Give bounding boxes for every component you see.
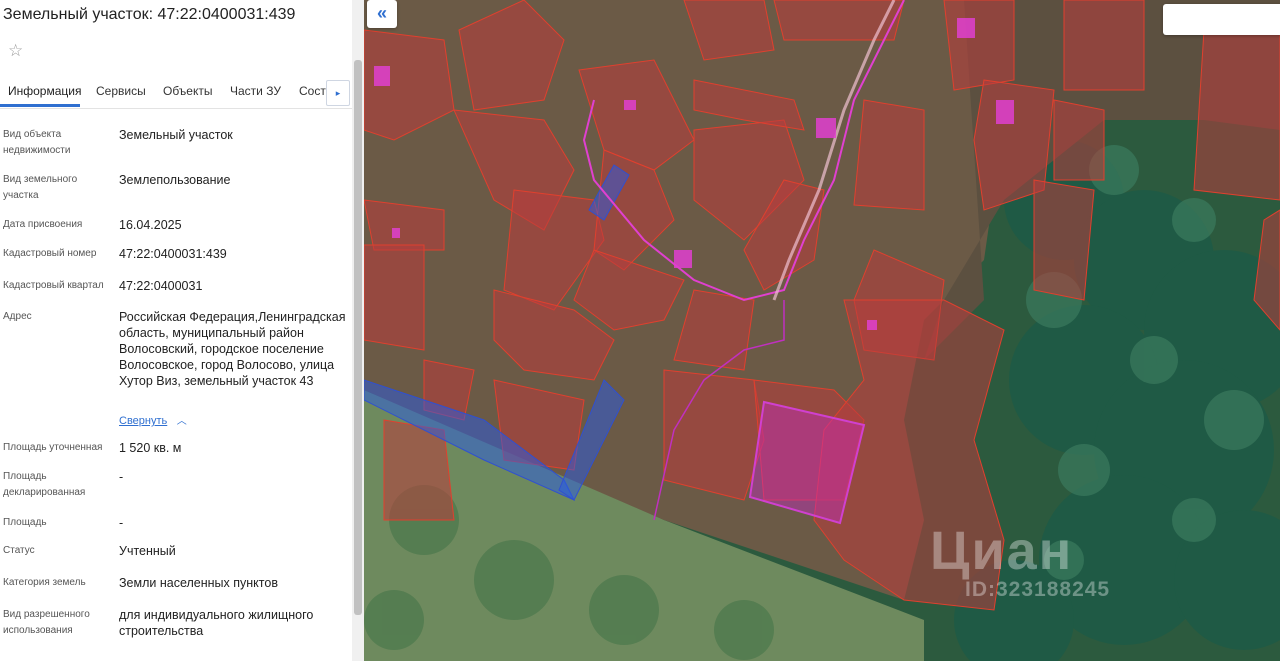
tab-parts[interactable]: Части ЗУ [230, 84, 281, 98]
field-value: Землепользование [119, 173, 231, 187]
tabs-next-button[interactable]: ▸ [326, 80, 350, 106]
field-value: - [119, 470, 124, 484]
page-title: Земельный участок: 47:22:0400031:439 [3, 6, 296, 23]
chevron-up-icon: ︿ [176, 416, 187, 427]
field-value: Земли населенных пунктов [119, 576, 278, 590]
collapse-panel-button[interactable]: « [367, 0, 397, 28]
tab-information[interactable]: Информация [8, 84, 81, 98]
double-chevron-left-icon: « [376, 3, 387, 23]
tab-bar: Информация Сервисы Объекты Части ЗУ Сост… [0, 78, 352, 109]
chevron-right-icon: ▸ [335, 88, 341, 98]
panel-scroll-thumb[interactable] [354, 60, 362, 615]
field-value: для индивидуального жилищного строительс… [119, 608, 314, 638]
tab-services[interactable]: Сервисы [96, 84, 146, 98]
field-label: Площадь [3, 517, 47, 528]
map-canvas[interactable] [364, 0, 1280, 661]
field-label: Кадастровый квартал [3, 280, 104, 291]
map-search-input[interactable] [1163, 4, 1280, 35]
active-tab-indicator [0, 104, 80, 107]
field-value: 47:22:0400031:439 [119, 247, 227, 261]
collapse-link[interactable]: Свернуть [119, 415, 167, 427]
watermark-id: ID:323188245 [965, 578, 1111, 601]
field-value: 1 520 кв. м [119, 441, 182, 455]
field-value: - [119, 516, 124, 530]
field-label: Площадь уточненная [3, 442, 103, 453]
field-label: Дата присвоения [3, 219, 83, 230]
satellite-map[interactable]: Циан ID:323188245 [364, 0, 1280, 661]
field-label: Площадь декларированная [3, 471, 86, 498]
tab-objects[interactable]: Объекты [163, 84, 213, 98]
collapse-link-wrap: Свернуть ︿ [119, 412, 344, 430]
favorite-star-icon[interactable]: ☆ [8, 40, 28, 62]
field-value: 16.04.2025 [119, 218, 182, 232]
field-value: Учтенный [119, 544, 176, 558]
info-panel: Земельный участок: 47:22:0400031:439 ☆ И… [0, 0, 352, 661]
field-value: Земельный участок [119, 128, 233, 142]
field-value: 47:22:0400031 [119, 279, 203, 293]
field-label: Вид разрешенного использования [3, 609, 90, 636]
field-label: Статус [3, 545, 35, 556]
field-value: Российская Федерация,Ленинградская облас… [119, 310, 346, 388]
field-label: Кадастровый номер [3, 248, 97, 259]
field-label: Вид земельного участка [3, 174, 78, 201]
field-label: Категория земель [3, 577, 86, 588]
watermark-brand: Циан [930, 521, 1074, 581]
field-label: Адрес [3, 311, 32, 322]
field-label: Вид объекта недвижимости [3, 129, 71, 156]
